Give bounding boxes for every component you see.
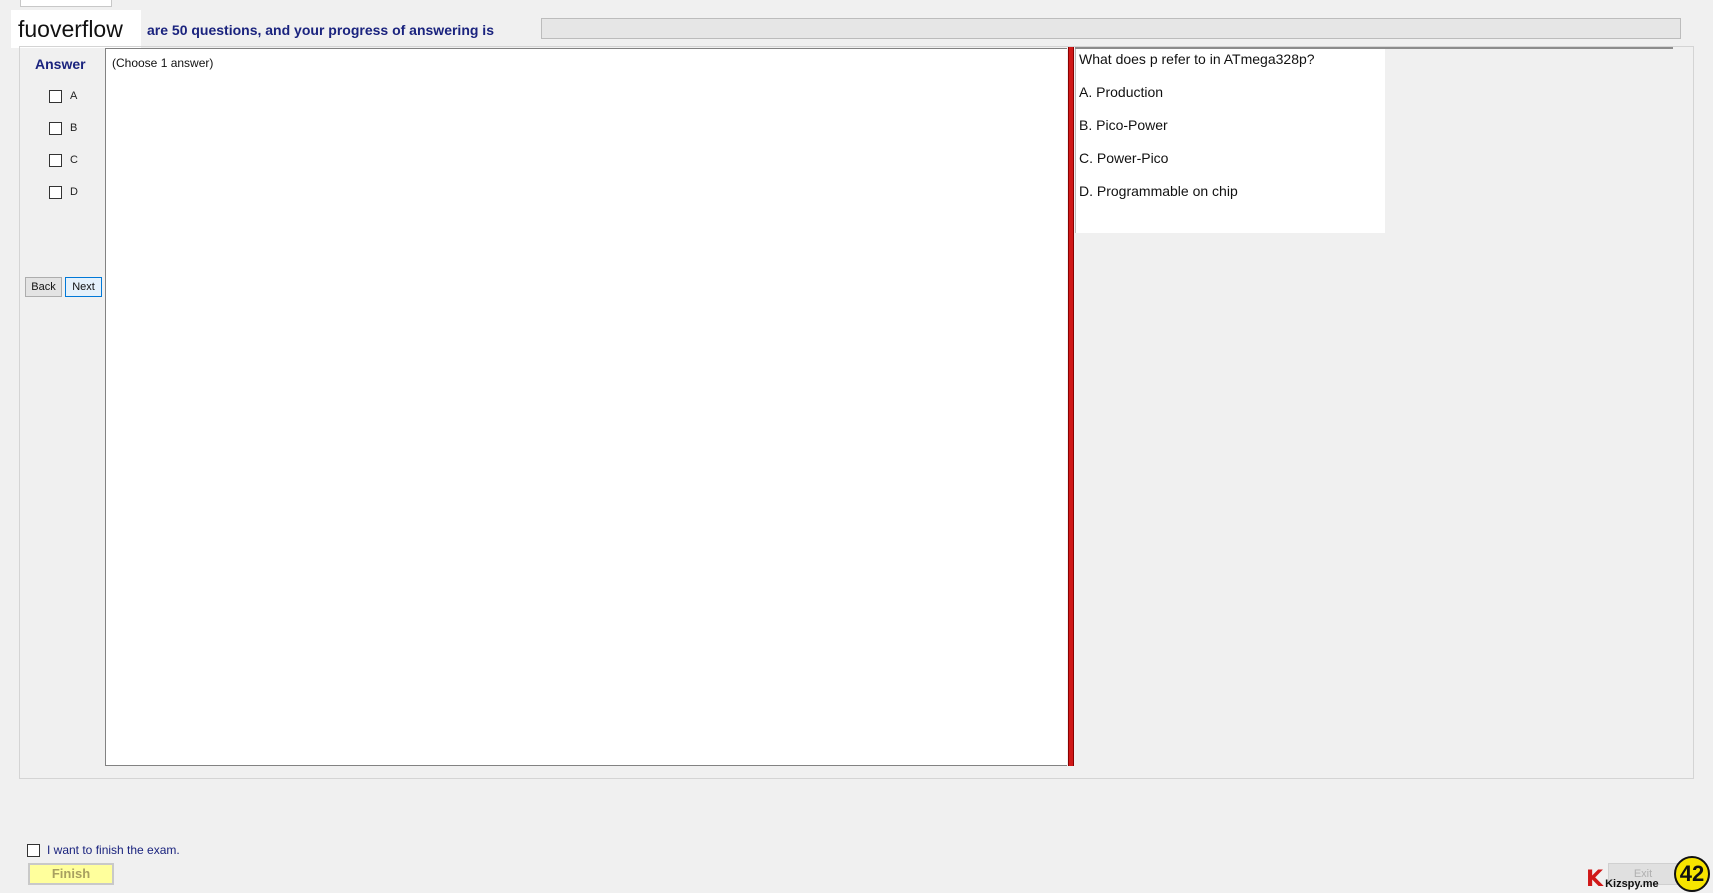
finish-confirm-checkbox[interactable]: [27, 843, 40, 857]
main-panel: Answer A B C D Back Next (Choose 1 answe…: [19, 46, 1694, 779]
logo-text: Kizspy.me: [1605, 878, 1659, 890]
next-button[interactable]: Next: [65, 277, 102, 297]
answer-option-c[interactable]: C: [49, 152, 78, 168]
question-card: What does p refer to in ATmega328p? A. P…: [1075, 49, 1385, 233]
back-button[interactable]: Back: [25, 277, 62, 297]
pane-splitter[interactable]: [1068, 47, 1074, 766]
question-text: What does p refer to in ATmega328p?: [1079, 51, 1315, 67]
checkbox-d[interactable]: [49, 185, 62, 199]
progress-label: are 50 questions, and your progress of a…: [147, 22, 494, 38]
tab-stub[interactable]: [20, 0, 112, 7]
answer-column: Answer A B C D Back Next: [23, 50, 103, 773]
question-option-d: D. Programmable on chip: [1079, 183, 1238, 199]
question-option-c: C. Power-Pico: [1079, 150, 1169, 166]
answer-option-d[interactable]: D: [49, 184, 78, 200]
answer-option-a[interactable]: A: [49, 88, 77, 104]
checkbox-b[interactable]: [49, 121, 62, 135]
answer-option-label: D: [70, 186, 78, 198]
logo-k-icon: K: [1586, 867, 1604, 892]
finish-confirm-label[interactable]: I want to finish the exam.: [47, 843, 180, 857]
answer-option-label: A: [70, 90, 78, 102]
answer-title: Answer: [35, 56, 86, 72]
question-option-b: B. Pico-Power: [1079, 117, 1168, 133]
exam-window: fuoverflow are 50 questions, and your pr…: [0, 0, 1713, 893]
question-content-pane[interactable]: (Choose 1 answer): [105, 48, 1067, 766]
progress-bar: [541, 18, 1681, 39]
answer-option-b[interactable]: B: [49, 120, 77, 136]
count-badge: 42: [1674, 856, 1710, 892]
watermark-overlay: fuoverflow: [11, 10, 141, 48]
checkbox-a[interactable]: [49, 89, 62, 103]
question-option-a: A. Production: [1079, 84, 1164, 100]
checkbox-c[interactable]: [49, 153, 62, 167]
finish-button[interactable]: Finish: [28, 863, 114, 885]
answer-option-label: C: [70, 154, 78, 166]
instruction-text: (Choose 1 answer): [112, 56, 214, 70]
question-image-pane[interactable]: What does p refer to in ATmega328p? A. P…: [1075, 47, 1673, 765]
finish-confirm-row[interactable]: I want to finish the exam.: [27, 843, 180, 857]
answer-option-label: B: [70, 122, 78, 134]
kizspy-logo: K Kizspy.me: [1586, 869, 1659, 891]
